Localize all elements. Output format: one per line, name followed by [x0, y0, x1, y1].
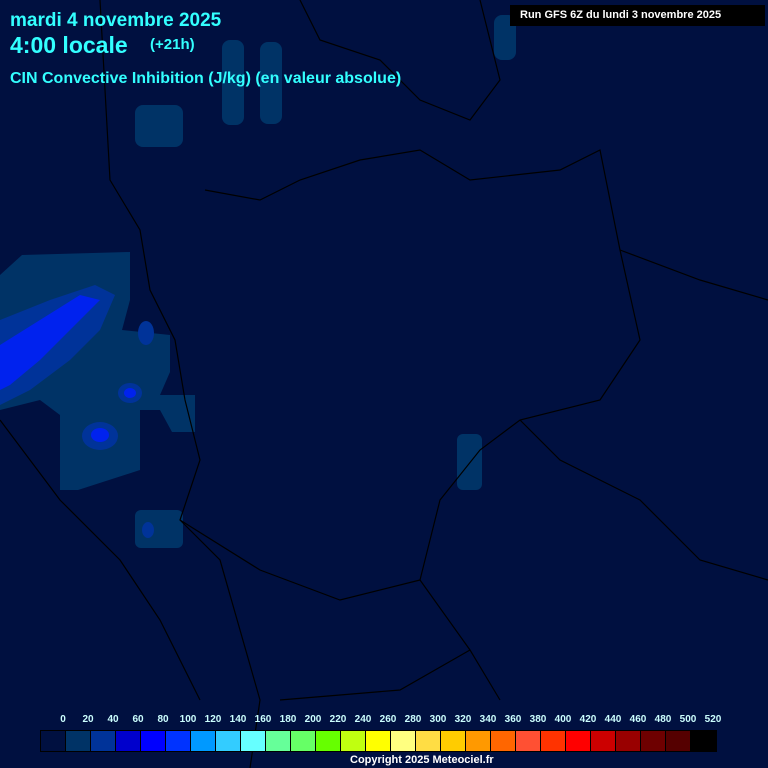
legend-label: 300 [429, 714, 447, 725]
legend-color-box [241, 731, 266, 751]
legend-label: 340 [479, 714, 497, 725]
legend-color-box [591, 731, 616, 751]
legend-label: 180 [279, 714, 297, 725]
legend-label: 0 [60, 714, 66, 725]
legend-label: 40 [107, 714, 119, 725]
legend-color-box [266, 731, 291, 751]
legend-label: 440 [604, 714, 622, 725]
legend-label: 420 [579, 714, 597, 725]
cin-field-20-40 [0, 15, 516, 548]
legend-label: 240 [354, 714, 372, 725]
legend-color-box [391, 731, 416, 751]
legend-label: 60 [132, 714, 144, 725]
legend-color-box [316, 731, 341, 751]
forecast-date: mardi 4 novembre 2025 [10, 10, 222, 31]
legend-color-box [341, 731, 366, 751]
legend-color-box [41, 731, 66, 751]
model-run-label: Run GFS 6Z du lundi 3 novembre 2025 [510, 5, 765, 26]
cin-map [0, 0, 768, 768]
forecast-time: 4:00 locale [10, 32, 128, 58]
legend-label: 380 [529, 714, 547, 725]
legend-label: 20 [82, 714, 94, 725]
legend-color-box [566, 731, 591, 751]
parameter-title: CIN Convective Inhibition (J/kg) (en val… [10, 70, 402, 87]
legend-label: 200 [304, 714, 322, 725]
legend-label: 400 [554, 714, 572, 725]
legend-color-box [641, 731, 666, 751]
legend-color-box [441, 731, 466, 751]
legend-color-box [516, 731, 541, 751]
legend-label: 260 [379, 714, 397, 725]
forecast-lead-time: (+21h) [150, 36, 195, 53]
legend-color-box [691, 731, 716, 751]
legend-color-box [66, 731, 91, 751]
legend-label: 320 [454, 714, 472, 725]
legend-label: 500 [679, 714, 697, 725]
legend-label: 460 [629, 714, 647, 725]
legend-color-box [291, 731, 316, 751]
legend-color-box [541, 731, 566, 751]
legend-label: 360 [504, 714, 522, 725]
legend-color-box [366, 731, 391, 751]
legend-color-box [491, 731, 516, 751]
legend-color-bar [40, 730, 717, 752]
legend-labels: 0 20 40 60 80 100 120 140 160 180 200 220 240 260 280 3… [40, 714, 721, 726]
legend-color-box [191, 731, 216, 751]
copyright: Copyright 2025 Meteociel.fr [350, 754, 494, 766]
legend-color-box [216, 731, 241, 751]
legend-color-box [416, 731, 441, 751]
legend-label: 140 [229, 714, 247, 725]
legend-color-box [616, 731, 641, 751]
legend-label: 160 [254, 714, 272, 725]
legend-color-box [666, 731, 691, 751]
legend-color-box [91, 731, 116, 751]
legend-color-box [141, 731, 166, 751]
legend-label: 480 [654, 714, 672, 725]
legend-label: 220 [329, 714, 347, 725]
legend-label: 120 [204, 714, 222, 725]
legend-color-box [466, 731, 491, 751]
legend-label: 100 [179, 714, 197, 725]
legend-label: 280 [404, 714, 422, 725]
legend-label: 80 [157, 714, 169, 725]
legend-label: 520 [704, 714, 722, 725]
legend-color-box [166, 731, 191, 751]
legend-color-box [116, 731, 141, 751]
